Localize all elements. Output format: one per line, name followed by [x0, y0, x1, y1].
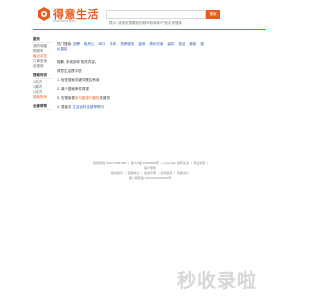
footer-link[interactable]: 客户服务 [144, 166, 156, 170]
search-button[interactable]: 搜索 [206, 10, 220, 19]
no-results-message: 抱歉, 未找到你 相关内容。 [57, 60, 99, 64]
sidebar-link[interactable]: 优惠券 [33, 64, 53, 69]
hotword-link[interactable]: 租房山 [84, 42, 95, 46]
footer-link[interactable]: Copyright 得意生活 [163, 161, 189, 165]
footer-line: 免费热线: 400-6-888-888 | 鄂ICP备:11008888号 | … [92, 161, 208, 170]
hotword-link[interactable]: 周年庆典 [149, 42, 163, 46]
logo-url: www.deyi.com [53, 19, 76, 23]
tip-link[interactable]: 多可能感兴趣的 [75, 96, 100, 100]
hotword-link[interactable]: 手机 [109, 42, 116, 46]
header-divider [33, 29, 266, 30]
hotword-link[interactable]: 保洁 [178, 42, 185, 46]
sidebar-section-title: 全部帮帮 [33, 104, 53, 110]
search-box [106, 10, 206, 27]
footer-link[interactable]: 营业执照 [193, 161, 205, 165]
footer-link[interactable]: 鄂公网安备 42010602000001号 [129, 176, 171, 180]
tip-text: 2. 减少搜索条件再搜 [57, 87, 89, 91]
footer-link[interactable]: 免责声明 [144, 171, 156, 175]
sidebar-section: 全部帮帮 [33, 104, 53, 110]
tip-text: 1. 检查搜索关键词是否有误 [57, 78, 100, 82]
hotword-link[interactable]: 招聘 [73, 42, 80, 46]
hotwords-label: 热门搜索: [57, 42, 72, 46]
sidebar-link[interactable]: 搜索所有 [33, 95, 53, 100]
hotword-link[interactable]: 搬家 [189, 42, 196, 46]
header: 得意生活 www.deyi.com 搜索 [0, 0, 300, 30]
logo-icon [38, 7, 50, 21]
tip-item: 2. 减少搜索条件再搜 [57, 87, 207, 92]
tip-text: 3. 去搜索更 [57, 96, 75, 100]
tip-item: 1. 检查搜索关键词是否有误 [57, 78, 207, 83]
sidebar-section: 服务 我的收藏 购物车 最近浏览 订单查询 优惠券 [33, 37, 53, 69]
hotword-link[interactable]: 装修 [138, 42, 145, 46]
hotword-link[interactable]: 砖口 [98, 42, 105, 46]
watermark: 秒收录啦 [177, 271, 258, 292]
footer-link[interactable]: 友情链接 [160, 171, 172, 175]
footer-link[interactable]: 联系我们 [111, 171, 123, 175]
tips-list: 1. 检查搜索关键词是否有误 2. 减少搜索条件再搜 3. 去搜索更多可能感兴趣的关… [57, 78, 207, 110]
footer-link[interactable]: 免费热线: 400-6-888-888 [93, 161, 126, 165]
hotword-link[interactable]: 装机 [167, 42, 174, 46]
sidebar-section-title: 服务 [33, 37, 53, 43]
hotwords: 热门搜索: 招聘 租房山 砖口 手机 按摩服务 装修 周年庆典 装机 保洁 搬家… [57, 42, 207, 52]
footer-link[interactable]: 鄂ICP备:11008888号 [131, 161, 159, 165]
tips-title: 得意生活提示您: [57, 69, 83, 73]
sidebar-section-title: 搜索时间 [33, 73, 53, 79]
search-input[interactable] [107, 19, 205, 27]
logo[interactable]: 得意生活 www.deyi.com [37, 6, 99, 26]
footer-line: 鄂公网安备 42010602000001号 [90, 176, 210, 181]
main-content: 热门搜索: 招聘 租房山 砖口 手机 按摩服务 装修 周年庆典 装机 保洁 搬家… [57, 42, 207, 114]
tip-text: 4. 或者去 [57, 105, 73, 109]
sidebar-section: 搜索时间 1天内 1周内 1月内 搜索所有 [33, 73, 53, 100]
footer-link[interactable]: 客服中心 [177, 171, 189, 175]
tip-link[interactable]: 生活百科全部帮帮问 [72, 105, 104, 109]
sidebar: 服务 我的收藏 购物车 最近浏览 订单查询 优惠券搜索时间 1天内 1周内 1月内 搜索所有全部帮… [33, 37, 53, 114]
footer-link[interactable]: 招贤纳士 [128, 171, 140, 175]
hotword-link[interactable]: 按摩服务 [120, 42, 134, 46]
tip-item: 3. 去搜索更多可能感兴趣的关键词 [57, 96, 207, 101]
tip-text: 关键词 [99, 96, 110, 100]
footer: 免费热线: 400-6-888-888 | 鄂ICP备:11008888号 | … [90, 161, 210, 181]
tip-item: 4. 或者去 生活百科全部帮帮问 [57, 105, 207, 110]
